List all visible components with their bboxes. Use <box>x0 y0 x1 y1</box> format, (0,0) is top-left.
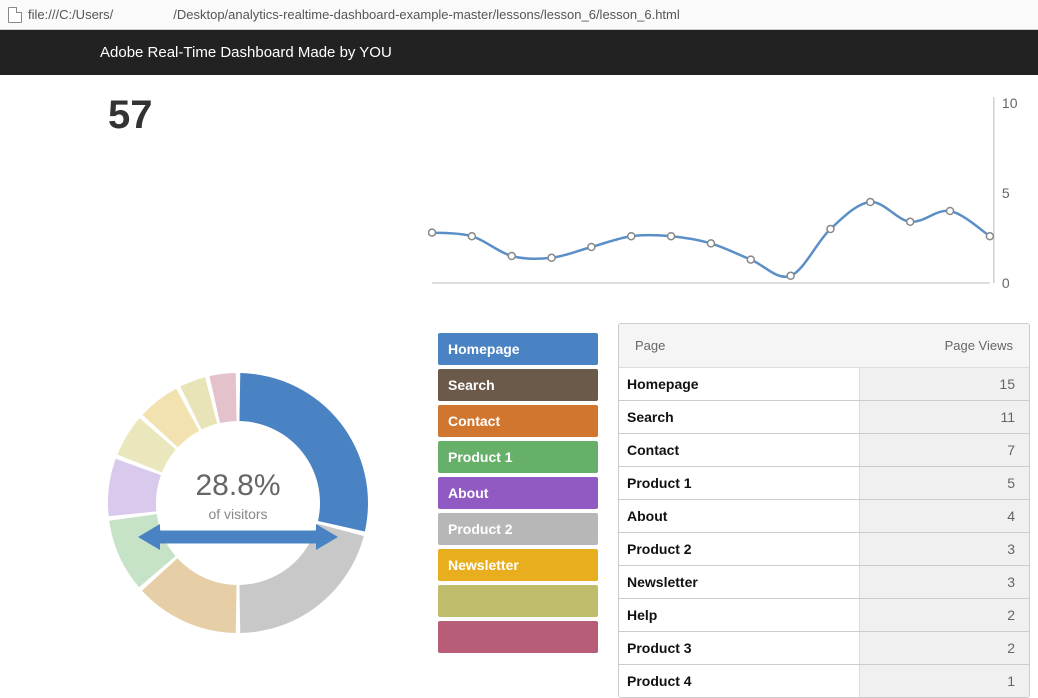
cell-page: Homepage <box>619 368 859 400</box>
cell-views: 15 <box>859 368 1029 400</box>
cell-page: About <box>619 500 859 532</box>
legend-item-label: Search <box>448 377 495 393</box>
cell-page: Contact <box>619 434 859 466</box>
url-prefix: file:///C:/Users/ <box>28 7 113 22</box>
legend-item[interactable] <box>438 621 598 653</box>
table-row: Newsletter3 <box>619 566 1029 599</box>
line-chart: 0 5 10 <box>428 93 1030 293</box>
legend-item[interactable]: Search <box>438 369 598 401</box>
svg-text:of visitors: of visitors <box>208 506 267 522</box>
page-header: Adobe Real-Time Dashboard Made by YOU <box>0 30 1038 75</box>
svg-text:0: 0 <box>1002 275 1010 291</box>
legend-item[interactable]: Product 2 <box>438 513 598 545</box>
legend-item-label: Homepage <box>448 341 520 357</box>
legend-item[interactable]: Homepage <box>438 333 598 365</box>
donut-chart: 28.8% of visitors <box>58 323 418 663</box>
url-text: file:///C:/Users/ /Desktop/analytics-real… <box>28 7 1030 22</box>
legend-item[interactable] <box>438 585 598 617</box>
legend-item-label: About <box>448 485 488 501</box>
legend-item-label: Product 1 <box>448 449 513 465</box>
column-header-page: Page <box>635 338 913 353</box>
legend-item[interactable]: Newsletter <box>438 549 598 581</box>
cell-views: 2 <box>859 599 1029 631</box>
table-row: Help2 <box>619 599 1029 632</box>
table-row: Product 15 <box>619 467 1029 500</box>
cell-views: 1 <box>859 665 1029 697</box>
table-header: Page Page Views <box>619 324 1029 367</box>
cell-views: 2 <box>859 632 1029 664</box>
legend: Homepage Search Contact Product 1 About Produ… <box>438 333 598 698</box>
table-row: Product 32 <box>619 632 1029 665</box>
table-row: Product 41 <box>619 665 1029 697</box>
legend-item-label: Product 2 <box>448 521 513 537</box>
svg-text:28.8%: 28.8% <box>195 469 280 502</box>
cell-page: Newsletter <box>619 566 859 598</box>
page-views-table: Page Page Views Homepage15Search11Contac… <box>618 323 1030 698</box>
legend-item[interactable]: About <box>438 477 598 509</box>
table-row: Contact7 <box>619 434 1029 467</box>
cell-page: Product 1 <box>619 467 859 499</box>
file-icon <box>8 7 22 23</box>
realtime-counter: 57 <box>8 93 428 138</box>
cell-page: Product 4 <box>619 665 859 697</box>
legend-item-label: Newsletter <box>448 557 519 573</box>
page-title: Adobe Real-Time Dashboard Made by YOU <box>100 44 392 61</box>
legend-item[interactable]: Product 1 <box>438 441 598 473</box>
cell-views: 4 <box>859 500 1029 532</box>
legend-item-label: Contact <box>448 413 500 429</box>
url-suffix: /Desktop/analytics-realtime-dashboard-ex… <box>173 7 680 22</box>
cell-page: Product 2 <box>619 533 859 565</box>
table-row: Product 23 <box>619 533 1029 566</box>
cell-views: 3 <box>859 533 1029 565</box>
cell-page: Product 3 <box>619 632 859 664</box>
cell-views: 3 <box>859 566 1029 598</box>
svg-text:10: 10 <box>1002 95 1018 111</box>
table-row: Search11 <box>619 401 1029 434</box>
cell-views: 11 <box>859 401 1029 433</box>
cell-views: 7 <box>859 434 1029 466</box>
cell-page: Search <box>619 401 859 433</box>
legend-item[interactable]: Contact <box>438 405 598 437</box>
cell-views: 5 <box>859 467 1029 499</box>
svg-text:5: 5 <box>1002 185 1010 201</box>
column-header-views: Page Views <box>913 338 1013 353</box>
table-row: About4 <box>619 500 1029 533</box>
table-row: Homepage15 <box>619 368 1029 401</box>
cell-page: Help <box>619 599 859 631</box>
browser-address-bar[interactable]: file:///C:/Users/ /Desktop/analytics-real… <box>0 0 1038 30</box>
